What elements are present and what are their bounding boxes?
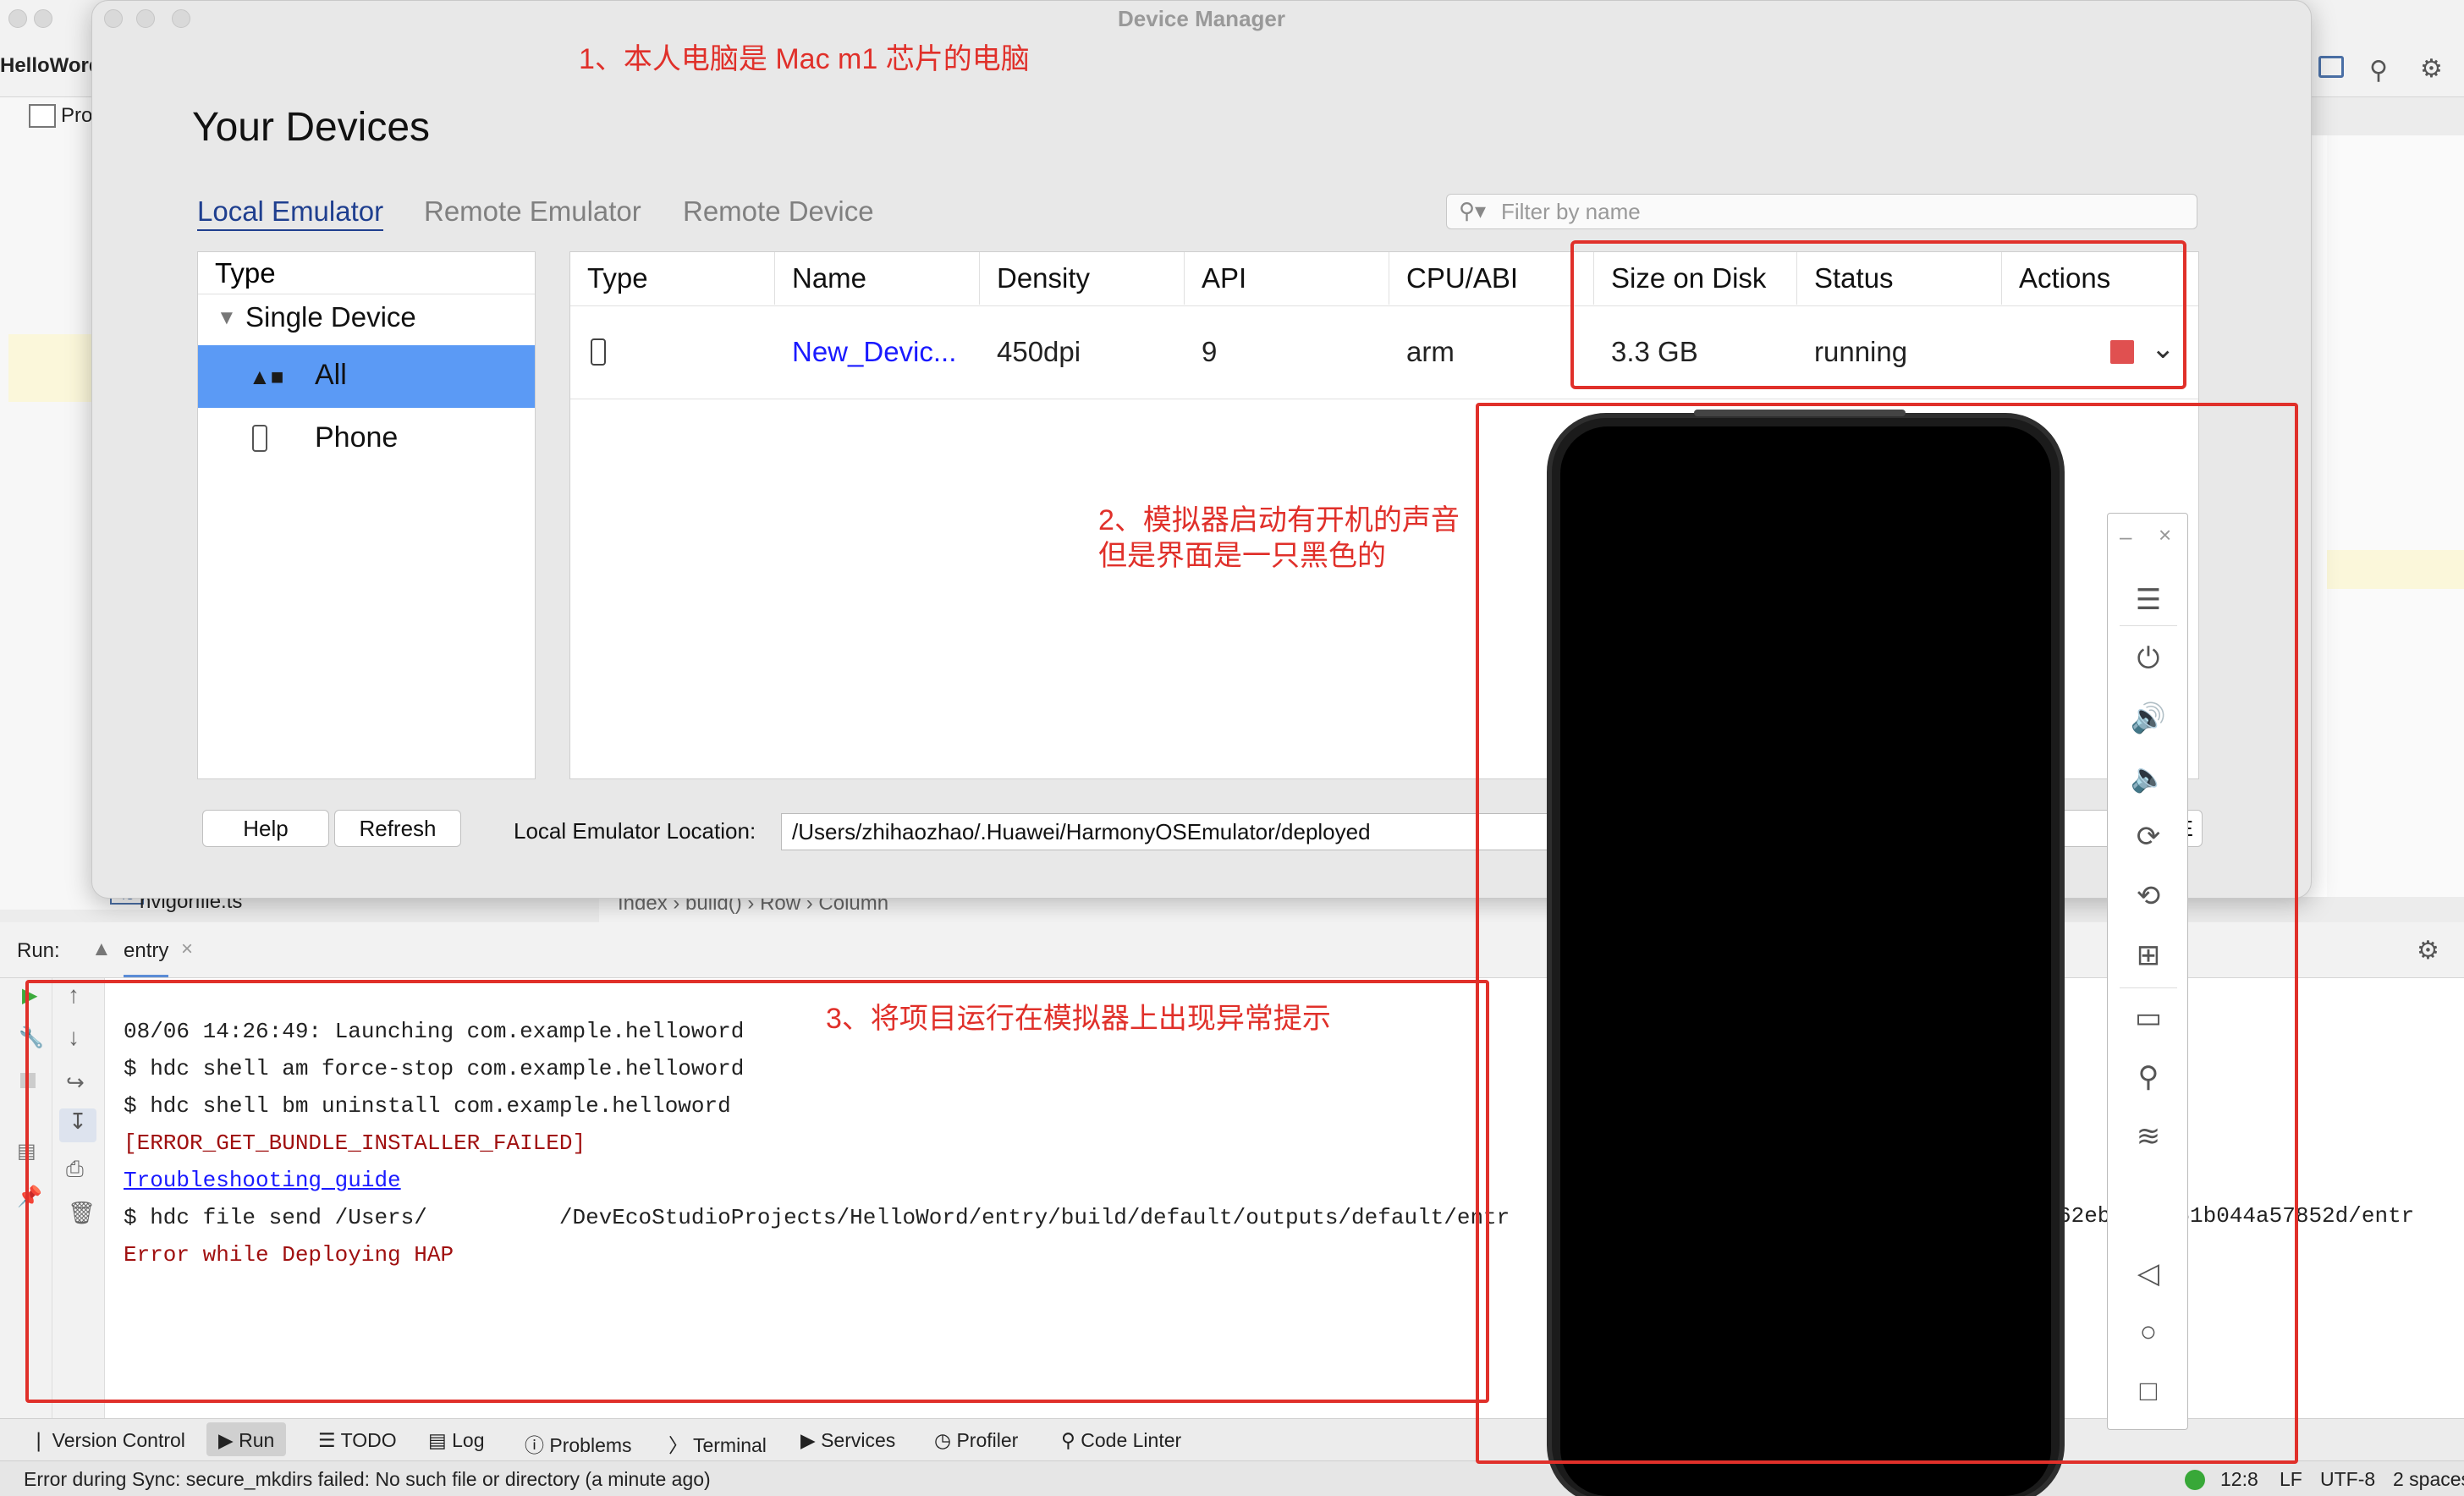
editor-line-highlight (2327, 550, 2464, 589)
device-name-link[interactable]: New_Devic... (775, 306, 956, 398)
tool-log[interactable]: ▤ Log (428, 1429, 485, 1452)
filter-placeholder: Filter by name (1501, 199, 1641, 224)
type-panel: Type ▼ Single Device ▲■ All Phone (197, 251, 536, 779)
tool-label: Problems (549, 1434, 632, 1456)
expand-triangle-icon[interactable]: ▼ (217, 306, 237, 330)
type-item-all[interactable]: ▲■ All (198, 345, 535, 408)
device-api: 9 (1202, 336, 1218, 367)
window-close-button[interactable] (8, 9, 27, 28)
type-panel-header: Type (198, 252, 535, 294)
window-minimize-button[interactable] (34, 9, 52, 28)
annotation-box-console (25, 980, 1489, 1403)
indent-setting[interactable]: 2 spaces (2393, 1468, 2464, 1491)
tool-profiler[interactable]: ◷ Profiler (934, 1429, 1018, 1452)
run-label: Run: (17, 939, 60, 962)
tool-label: Run (239, 1429, 275, 1451)
tool-code-linter[interactable]: ⚲ Code Linter (1061, 1429, 1181, 1452)
search-icon[interactable]: ⚲ (2369, 56, 2388, 85)
filter-input[interactable]: ⚲▾ Filter by name (1446, 194, 2197, 229)
type-item-label: All (315, 359, 347, 391)
grid-icon: ▲■ (249, 364, 284, 389)
location-label: Local Emulator Location: (514, 818, 756, 844)
status-message[interactable]: Error during Sync: secure_mkdirs failed:… (24, 1468, 711, 1491)
editor-right-area (2327, 135, 2464, 897)
page-title: Your Devices (192, 105, 431, 150)
phone-icon (591, 338, 606, 366)
tool-services[interactable]: ▶ Services (800, 1429, 895, 1452)
annotation-note-3: 3、将项目运行在模拟器上出现异常提示 (826, 1003, 1331, 1035)
tool-version-control[interactable]: ❘ Version Control (30, 1429, 185, 1452)
col-cpu[interactable]: CPU/ABI (1389, 252, 1594, 305)
caret-position[interactable]: 12:8 (2220, 1468, 2258, 1491)
tool-todo[interactable]: ☰ TODO (318, 1429, 397, 1452)
col-name[interactable]: Name (775, 252, 980, 305)
phone-icon (252, 425, 267, 452)
tool-label: Log (452, 1429, 485, 1451)
tool-label: Profiler (956, 1429, 1019, 1451)
file-encoding[interactable]: UTF-8 (2320, 1468, 2375, 1491)
tool-label: Services (821, 1429, 896, 1451)
group-single-device[interactable]: Single Device (245, 301, 416, 333)
col-density[interactable]: Density (980, 252, 1185, 305)
line-separator[interactable]: LF (2280, 1468, 2302, 1491)
tab-remote-emulator[interactable]: Remote Emulator (424, 195, 641, 228)
tool-terminal[interactable]: 〉 Terminal (668, 1429, 767, 1458)
folder-icon[interactable] (2318, 56, 2344, 78)
annotation-note-2: 2、模拟器启动有开机的声音 但是界面是一只黑色的 (1098, 503, 1460, 574)
gear-icon[interactable]: ⚙ (2420, 54, 2443, 84)
tab-local-emulator[interactable]: Local Emulator (197, 195, 384, 231)
tool-label: Code Linter (1081, 1429, 1182, 1451)
search-icon: ⚲▾ (1459, 198, 1487, 223)
type-item-label: Phone (315, 421, 399, 454)
refresh-button[interactable]: Refresh (334, 810, 461, 847)
project-icon (29, 104, 56, 128)
tool-run[interactable]: ▶ Run (206, 1422, 287, 1456)
tool-problems[interactable]: ⓘ Problems (525, 1429, 632, 1458)
help-button[interactable]: Help (202, 810, 329, 847)
gear-icon[interactable]: ⚙ (2417, 936, 2439, 965)
close-icon[interactable]: × (181, 938, 193, 961)
annotation-box-status (1570, 240, 2186, 389)
annotation-note-2-line1: 2、模拟器启动有开机的声音 (1098, 504, 1460, 536)
tool-label: Terminal (692, 1434, 767, 1456)
col-type[interactable]: Type (570, 252, 775, 305)
device-density: 450dpi (997, 336, 1081, 367)
project-name: HelloWord (0, 54, 102, 77)
run-config-icon: ▲ (91, 938, 112, 960)
run-config-tab[interactable]: entry (124, 939, 169, 977)
col-api[interactable]: API (1185, 252, 1389, 305)
device-cpu: arm (1406, 336, 1455, 367)
annotation-note-1: 1、本人电脑是 Mac m1 芯片的电脑 (579, 43, 1030, 75)
annotation-box-emulator (1476, 403, 2298, 1464)
dialog-title: Device Manager (1118, 6, 1285, 31)
project-tab[interactable]: Pro (61, 104, 92, 128)
status-bar: Error during Sync: secure_mkdirs failed:… (0, 1460, 2464, 1496)
tool-label: TODO (340, 1429, 397, 1451)
tab-remote-device[interactable]: Remote Device (683, 195, 874, 228)
annotation-note-2-line2: 但是界面是一只黑色的 (1098, 540, 1386, 572)
tool-label: Version Control (52, 1429, 185, 1451)
status-indicator-icon[interactable] (2185, 1470, 2205, 1490)
type-item-phone[interactable]: Phone (198, 408, 535, 470)
